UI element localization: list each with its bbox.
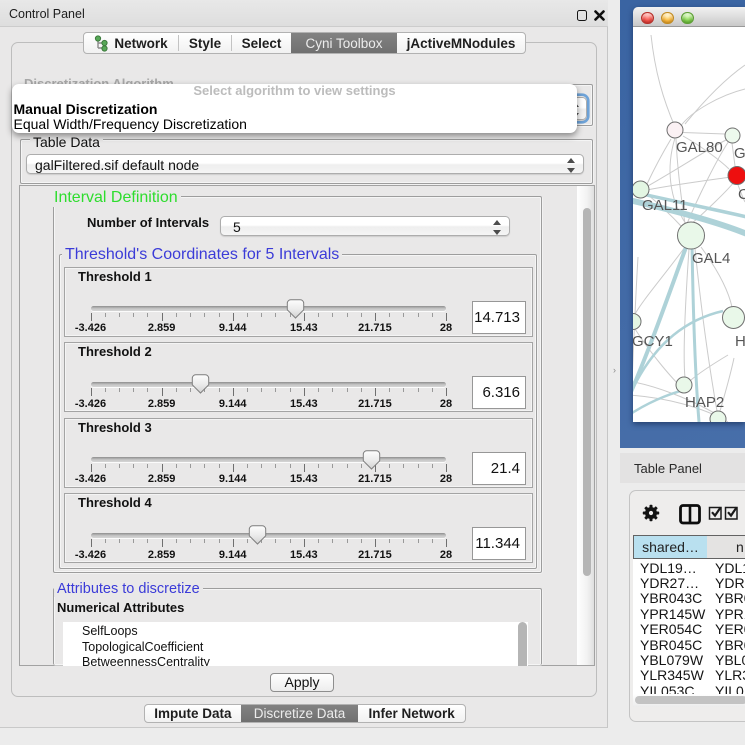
svg-text:C: C — [738, 186, 745, 203]
svg-text:HAP2: HAP2 — [685, 394, 724, 411]
svg-text:GAL4: GAL4 — [692, 250, 730, 267]
svg-text:GA: GA — [734, 145, 745, 162]
svg-text:GAL11: GAL11 — [642, 197, 688, 214]
svg-text:GCY1: GCY1 — [633, 333, 673, 350]
svg-text:HA: HA — [735, 333, 745, 350]
svg-text:GAL80: GAL80 — [676, 139, 723, 156]
